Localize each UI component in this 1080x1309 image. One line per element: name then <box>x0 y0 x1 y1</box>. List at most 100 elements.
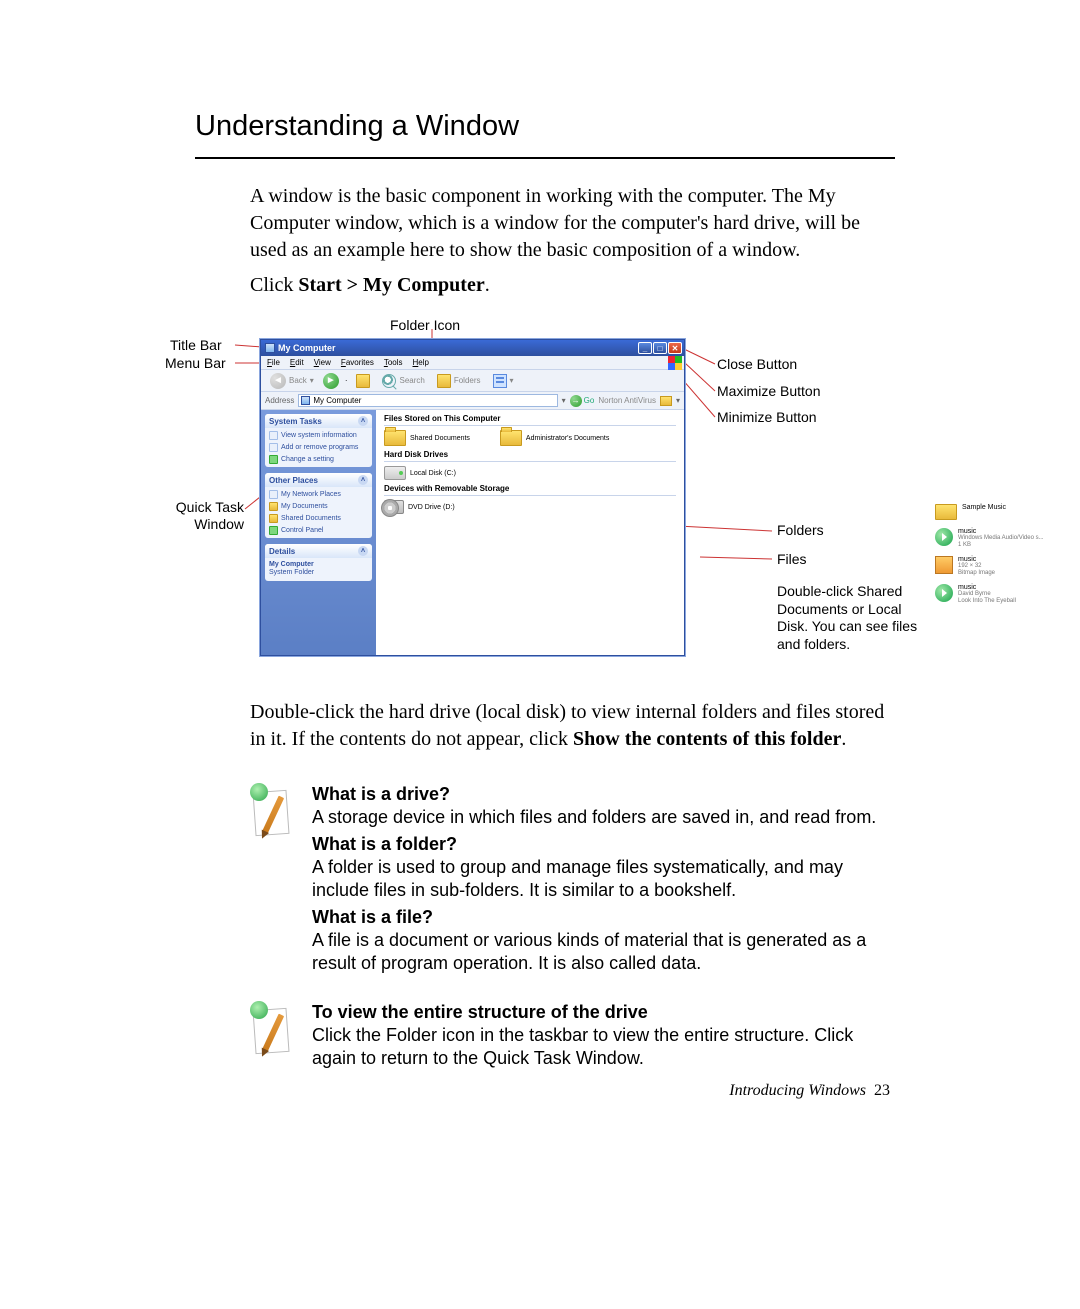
network-icon <box>269 490 278 499</box>
programs-icon <box>269 443 278 452</box>
section-hard-disk: Hard Disk Drives <box>384 450 676 462</box>
page-footer: Introducing Windows 23 <box>729 1082 890 1100</box>
norton-label: Norton AntiVirus <box>598 396 656 405</box>
my-computer-icon <box>265 343 275 353</box>
window-diagram: Folder Icon Title Bar Menu Bar Quick Tas… <box>140 309 920 679</box>
go-button[interactable]: →Go <box>570 395 595 407</box>
click-instruction: Click Start > My Computer. <box>250 274 895 297</box>
a-folder: A folder is used to group and manage fil… <box>312 856 895 902</box>
change-setting-link[interactable]: Change a setting <box>269 455 368 464</box>
toolbar: ◄Back▾ ► · Search Folders ▾ <box>261 370 684 392</box>
network-places-link[interactable]: My Network Places <box>269 490 368 499</box>
label-minimize-button: Minimize Button <box>717 409 817 425</box>
label-maximize-button: Maximize Button <box>717 383 820 399</box>
music-file-1[interactable]: music Windows Media Audio/Video s... 1 K… <box>935 528 1080 548</box>
heading-rule <box>195 157 895 159</box>
menu-file[interactable]: File <box>267 358 280 367</box>
address-input[interactable]: My Computer <box>298 394 557 407</box>
section-files-stored: Files Stored on This Computer <box>384 414 676 426</box>
a-view-structure: Click the Folder icon in the taskbar to … <box>312 1024 895 1070</box>
folder-icon <box>269 502 278 511</box>
go-icon: → <box>570 395 582 407</box>
folders-button[interactable]: Folders <box>434 373 484 389</box>
menu-edit[interactable]: Edit <box>290 358 304 367</box>
media-icon <box>935 584 953 602</box>
up-button[interactable] <box>353 373 373 389</box>
folder-icon <box>500 430 522 446</box>
my-documents-link[interactable]: My Documents <box>269 502 368 511</box>
back-button[interactable]: ◄Back▾ <box>267 372 317 390</box>
folder-icon <box>384 430 406 446</box>
a-file: A file is a document or various kinds of… <box>312 929 895 975</box>
label-folders: Folders <box>777 522 824 538</box>
settings-icon <box>269 455 278 464</box>
folders-icon <box>437 374 451 388</box>
label-folder-icon: Folder Icon <box>390 317 460 333</box>
music-file-3[interactable]: music David Byrne Look Into The Eyeball <box>935 584 1080 604</box>
info-icon <box>269 431 278 440</box>
control-panel-link[interactable]: Control Panel <box>269 526 368 535</box>
label-quick-task: Quick Task Window <box>154 499 244 533</box>
collapse-icon[interactable]: ˄ <box>358 475 368 485</box>
music-file-2[interactable]: music 192 × 32 Bitmap Image <box>935 556 1080 576</box>
window-title: My Computer <box>278 343 336 353</box>
address-bar: Address My Computer ▾ →Go Norton AntiVir… <box>261 392 684 410</box>
add-remove-programs-link[interactable]: Add or remove programs <box>269 443 368 452</box>
q-drive: What is a drive? <box>312 783 895 806</box>
search-icon <box>382 374 396 388</box>
views-button[interactable]: ▾ <box>490 373 517 389</box>
views-icon <box>493 374 507 388</box>
maximize-button[interactable]: □ <box>653 342 667 354</box>
note-view-structure: To view the entire structure of the driv… <box>250 1001 895 1070</box>
label-title-bar: Title Bar <box>170 337 222 353</box>
my-computer-window: My Computer _ □ ✕ File Edit View Favorit… <box>260 339 685 656</box>
forward-button[interactable]: ► <box>323 373 339 389</box>
folder-icon <box>935 504 957 520</box>
q-file: What is a file? <box>312 906 895 929</box>
view-system-info-link[interactable]: View system information <box>269 431 368 440</box>
label-files: Files <box>777 551 807 567</box>
note-definitions: What is a drive? A storage device in whi… <box>250 783 895 975</box>
address-label: Address <box>265 396 294 405</box>
image-icon <box>935 556 953 574</box>
intro-paragraph: A window is the basic component in worki… <box>250 183 895 264</box>
q-folder: What is a folder? <box>312 833 895 856</box>
details-panel: Details˄ My Computer System Folder <box>265 544 372 581</box>
system-tasks-panel: System Tasks˄ View system information Ad… <box>265 414 372 467</box>
control-panel-icon <box>269 526 278 535</box>
search-button[interactable]: Search <box>379 373 427 389</box>
menu-favorites[interactable]: Favorites <box>341 358 374 367</box>
menu-view[interactable]: View <box>314 358 331 367</box>
section-removable: Devices with Removable Storage <box>384 484 676 496</box>
other-places-panel: Other Places˄ My Network Places My Docum… <box>265 473 372 538</box>
norton-icon <box>660 396 672 406</box>
task-pane: System Tasks˄ View system information Ad… <box>261 410 376 655</box>
dvd-icon <box>384 500 404 514</box>
menu-bar[interactable]: File Edit View Favorites Tools Help <box>261 356 684 370</box>
note-icon <box>250 1001 294 1053</box>
minimize-button[interactable]: _ <box>638 342 652 354</box>
title-bar[interactable]: My Computer _ □ ✕ <box>261 340 684 356</box>
collapse-icon[interactable]: ˄ <box>358 546 368 556</box>
shared-documents-item[interactable]: Shared Documents <box>384 430 470 446</box>
menu-tools[interactable]: Tools <box>384 358 403 367</box>
page-heading: Understanding a Window <box>195 110 895 143</box>
disk-icon <box>384 466 406 480</box>
up-folder-icon <box>356 374 370 388</box>
address-icon <box>301 396 310 405</box>
dvd-drive-item[interactable]: DVD Drive (D:) <box>384 500 455 514</box>
local-disk-item[interactable]: Local Disk (C:) <box>384 466 456 480</box>
collapse-icon[interactable]: ˄ <box>358 416 368 426</box>
sample-music-folder[interactable]: Sample Music <box>935 504 1080 520</box>
shared-documents-link[interactable]: Shared Documents <box>269 514 368 523</box>
label-doubleclick: Double-click Shared Documents or Local D… <box>777 583 922 653</box>
back-icon: ◄ <box>270 373 286 389</box>
windows-logo-icon <box>668 356 682 370</box>
example-files-column: Sample Music music Windows Media Audio/V… <box>935 504 1080 605</box>
admin-documents-item[interactable]: Administrator's Documents <box>500 430 609 446</box>
close-button[interactable]: ✕ <box>668 342 682 354</box>
lower-paragraph: Double-click the hard drive (local disk)… <box>250 699 895 753</box>
menu-help[interactable]: Help <box>413 358 429 367</box>
label-menu-bar: Menu Bar <box>165 355 226 371</box>
label-close-button: Close Button <box>717 356 797 372</box>
